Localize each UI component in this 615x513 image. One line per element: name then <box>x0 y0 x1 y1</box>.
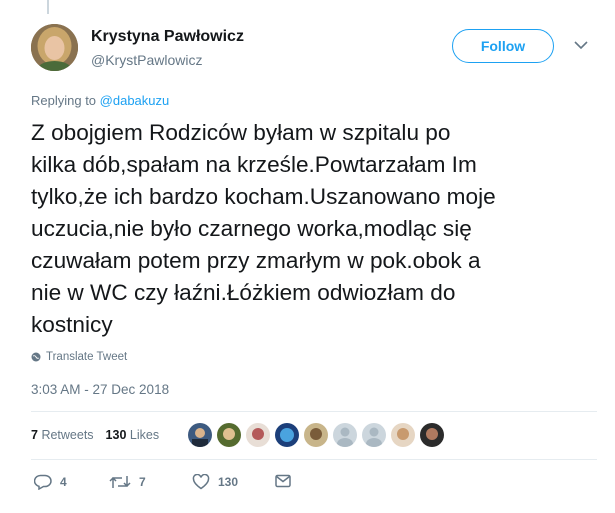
retweet-button[interactable]: 7 <box>109 474 146 490</box>
liker-avatar[interactable] <box>275 423 299 447</box>
author-handle[interactable]: @KrystPawlowicz <box>91 52 202 68</box>
liker-avatars <box>188 423 444 447</box>
tweet-line: nie w WC czy łaźni.Łóżkiem odwiozłam do <box>31 280 456 305</box>
likes-stat-label: Likes <box>129 428 160 442</box>
replying-to: Replying to @dabakuzu <box>31 93 169 108</box>
reply-icon <box>34 474 52 490</box>
tweet-line: uczucia,nie było czarnego worka,modląc s… <box>31 216 472 241</box>
globe-icon <box>31 352 41 362</box>
tweet-line: kilka dób,spałam na krześle.Powtarzałam … <box>31 152 477 177</box>
like-button[interactable]: 130 <box>192 474 238 490</box>
replying-target-link[interactable]: @dabakuzu <box>100 93 170 108</box>
tweet-line: kostnicy <box>31 312 113 337</box>
translate-label: Translate Tweet <box>46 351 128 363</box>
reply-count: 4 <box>60 475 67 489</box>
retweets-stat-label: Retweets <box>41 428 94 442</box>
liker-avatar[interactable] <box>362 423 386 447</box>
divider <box>31 411 597 412</box>
replying-prefix: Replying to <box>31 93 97 108</box>
likes-stat-count: 130 <box>105 428 127 442</box>
direct-message-button[interactable] <box>275 474 291 488</box>
liker-avatar[interactable] <box>217 423 241 447</box>
liker-avatar[interactable] <box>333 423 357 447</box>
retweet-count: 7 <box>139 475 146 489</box>
divider <box>31 459 597 460</box>
tweet-line: czuwałam potem przy zmarłym w pok.obok a <box>31 248 481 273</box>
tweet-text: Z obojgiem Rodziców byłam w szpitalu po … <box>31 117 601 341</box>
retweets-stat[interactable]: 7 Retweets <box>31 428 94 442</box>
liker-avatar[interactable] <box>420 423 444 447</box>
tweet-stats: 7 Retweets 130 Likes <box>31 428 159 442</box>
envelope-icon <box>275 474 291 488</box>
avatar[interactable] <box>31 24 78 71</box>
retweet-icon <box>109 476 131 488</box>
author-display-name[interactable]: Krystyna Pawłowicz <box>91 28 244 46</box>
liker-avatar[interactable] <box>304 423 328 447</box>
likes-stat[interactable]: 130 Likes <box>106 428 160 442</box>
tweet-line: tylko,że ich bardzo kocham.Uszanowano mo… <box>31 184 496 209</box>
chevron-down-icon[interactable] <box>574 40 588 50</box>
liker-avatar[interactable] <box>246 423 270 447</box>
follow-button[interactable]: Follow <box>452 29 554 63</box>
heart-icon <box>192 474 210 490</box>
tweet-line: Z obojgiem Rodziców byłam w szpitalu po <box>31 120 451 145</box>
tweet-timestamp[interactable]: 3:03 AM - 27 Dec 2018 <box>31 382 169 397</box>
thread-connector-line <box>47 0 49 14</box>
retweets-stat-count: 7 <box>31 428 38 442</box>
like-count: 130 <box>218 475 239 489</box>
liker-avatar[interactable] <box>391 423 415 447</box>
reply-button[interactable]: 4 <box>34 474 67 490</box>
translate-tweet-link[interactable]: Translate Tweet <box>31 351 127 363</box>
liker-avatar[interactable] <box>188 423 212 447</box>
